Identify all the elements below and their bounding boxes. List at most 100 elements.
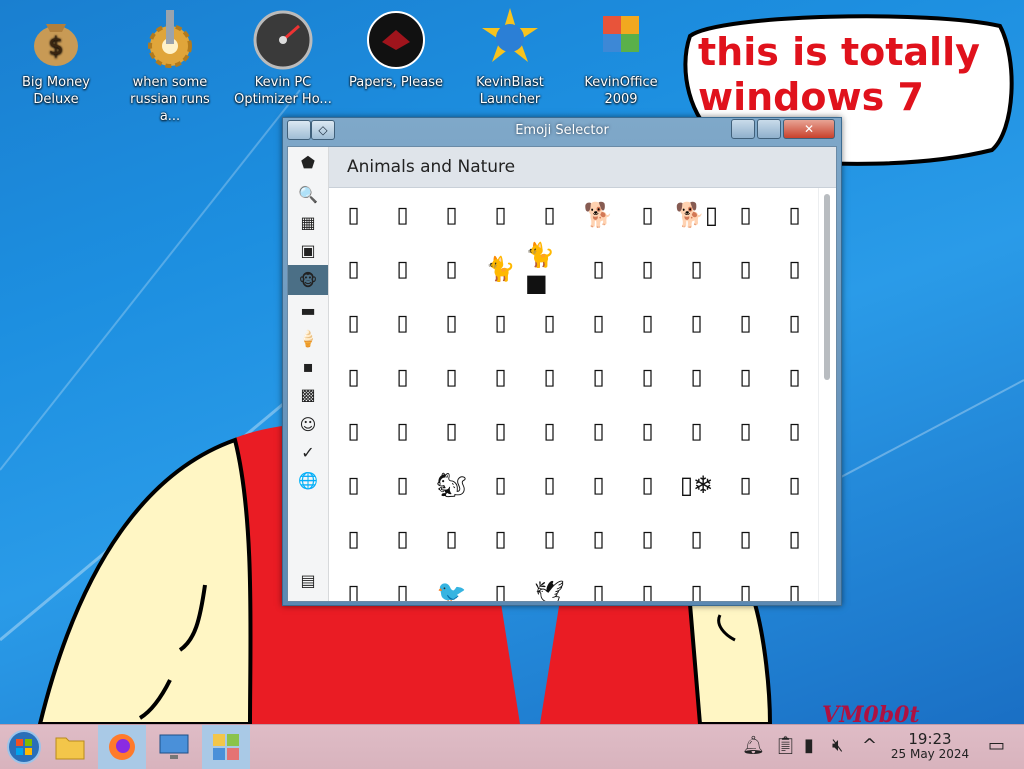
- emoji-cell[interactable]: ▯: [623, 404, 672, 458]
- emoji-cell[interactable]: ▯: [721, 458, 770, 512]
- emoji-cell[interactable]: ▯: [378, 350, 427, 404]
- desktop-icon-papers-please[interactable]: Papers, Please: [346, 6, 446, 91]
- emoji-cell[interactable]: ▯: [623, 242, 672, 296]
- clock-time[interactable]: 19:23: [880, 730, 980, 748]
- emoji-cell[interactable]: ▯: [623, 512, 672, 566]
- emoji-cell[interactable]: ▯: [672, 404, 721, 458]
- emoji-cell[interactable]: ▯: [574, 296, 623, 350]
- desktop-icon-big-money-deluxe[interactable]: $ Big Money Deluxe: [6, 6, 106, 108]
- emoji-cell[interactable]: ▯: [770, 296, 819, 350]
- sidebar-item-check[interactable]: ✓: [288, 437, 328, 467]
- emoji-cell[interactable]: ▯: [476, 566, 525, 602]
- emoji-cell[interactable]: ▯: [329, 404, 378, 458]
- desktop-icon-russian[interactable]: when some russian runs a...: [120, 6, 220, 125]
- volume-muted-icon[interactable]: 🔇︎: [832, 735, 843, 756]
- minimize-button[interactable]: [731, 119, 755, 139]
- sidebar-item-recent[interactable]: ⬟: [288, 147, 328, 177]
- notification-bell-icon[interactable]: 🔔︎: [742, 735, 765, 756]
- emoji-cell[interactable]: ▯: [623, 296, 672, 350]
- desktop-icon-kevinoffice[interactable]: KevinOffice 2009: [571, 6, 671, 108]
- sidebar-item-objects[interactable]: ▩: [288, 379, 328, 409]
- firefox-button[interactable]: [98, 725, 146, 769]
- emoji-cell[interactable]: ▯: [329, 566, 378, 602]
- battery-icon[interactable]: ▮: [804, 735, 814, 756]
- title-bar[interactable]: ◇ Emoji Selector ✕: [283, 118, 841, 144]
- emoji-cell[interactable]: 🐦: [427, 566, 476, 601]
- emoji-cell[interactable]: ▯: [770, 350, 819, 404]
- sidebar-item-travel[interactable]: ▪: [288, 351, 328, 381]
- emoji-selector-taskbar-button[interactable]: [202, 725, 250, 769]
- show-desktop-icon[interactable]: ▭: [988, 735, 1005, 756]
- emoji-cell[interactable]: ▯: [427, 296, 476, 350]
- start-button[interactable]: [0, 725, 48, 769]
- emoji-cell[interactable]: ▯: [329, 350, 378, 404]
- emoji-cell[interactable]: ▯: [329, 512, 378, 566]
- emoji-cell[interactable]: ▯: [574, 404, 623, 458]
- emoji-cell[interactable]: ▯: [525, 512, 574, 566]
- emoji-cell[interactable]: ▯: [476, 296, 525, 350]
- emoji-cell[interactable]: ▯❄: [672, 458, 721, 512]
- scrollbar[interactable]: [818, 188, 835, 601]
- emoji-cell[interactable]: ▯: [672, 242, 721, 296]
- emoji-cell[interactable]: 🐈■: [525, 241, 574, 297]
- clipboard-icon[interactable]: 📋︎: [774, 735, 797, 756]
- emoji-cell[interactable]: ▯: [574, 512, 623, 566]
- emoji-cell[interactable]: ▯: [721, 296, 770, 350]
- sidebar-item-symbols[interactable]: ☺: [288, 409, 328, 439]
- emoji-cell[interactable]: ▯: [329, 188, 378, 242]
- emoji-cell[interactable]: ▯: [378, 242, 427, 296]
- sidebar-item-people[interactable]: ▣: [288, 235, 328, 265]
- desktop-icon-kevinblast[interactable]: KevinBlast Launcher: [460, 6, 560, 108]
- emoji-cell[interactable]: ▯: [476, 188, 525, 242]
- emoji-cell[interactable]: ▯: [476, 512, 525, 566]
- sidebar-item-activities[interactable]: 🍦: [288, 323, 328, 353]
- emoji-cell[interactable]: ▯: [476, 350, 525, 404]
- emoji-cell[interactable]: ▯: [427, 512, 476, 566]
- emoji-cell[interactable]: ▯: [329, 242, 378, 296]
- emoji-cell[interactable]: ▯: [721, 188, 770, 242]
- chevron-up-icon[interactable]: ^: [862, 735, 877, 756]
- file-manager-button[interactable]: [46, 725, 94, 769]
- emoji-cell[interactable]: ▯: [378, 458, 427, 512]
- emoji-cell[interactable]: ▯: [770, 242, 819, 296]
- emoji-cell[interactable]: ▯: [770, 566, 819, 602]
- emoji-cell[interactable]: 🐿: [427, 458, 476, 512]
- emoji-cell[interactable]: ▯: [721, 566, 770, 602]
- maximize-button[interactable]: [757, 119, 781, 139]
- sidebar-item-search[interactable]: 🔍: [288, 179, 328, 209]
- emoji-cell[interactable]: ▯: [525, 404, 574, 458]
- close-button[interactable]: ✕: [783, 119, 835, 139]
- emoji-cell[interactable]: ▯: [721, 350, 770, 404]
- emoji-cell[interactable]: ▯: [623, 188, 672, 242]
- emoji-cell[interactable]: ▯: [672, 296, 721, 350]
- emoji-cell[interactable]: ▯: [770, 404, 819, 458]
- sidebar-item-animals[interactable]: 🐵: [288, 265, 328, 295]
- emoji-cell[interactable]: ▯: [574, 458, 623, 512]
- emoji-cell[interactable]: ▯: [623, 350, 672, 404]
- emoji-cell[interactable]: ▯: [770, 188, 819, 242]
- emoji-cell[interactable]: ▯: [721, 404, 770, 458]
- emoji-cell[interactable]: ▯: [476, 458, 525, 512]
- emoji-cell[interactable]: 🐈: [476, 242, 525, 296]
- emoji-cell[interactable]: ▯: [476, 404, 525, 458]
- desktop-icon-kevin-pc-optimizer[interactable]: Kevin PC Optimizer Ho...: [233, 6, 333, 108]
- emoji-cell[interactable]: ▯: [770, 512, 819, 566]
- emoji-cell[interactable]: ▯: [427, 404, 476, 458]
- emoji-cell[interactable]: ▯: [378, 566, 427, 602]
- emoji-cell[interactable]: ▯: [378, 512, 427, 566]
- emoji-cell[interactable]: ▯: [770, 458, 819, 512]
- emoji-cell[interactable]: ▯: [623, 458, 672, 512]
- sidebar-item-food[interactable]: ▬: [288, 295, 328, 325]
- emoji-cell[interactable]: ▯: [378, 404, 427, 458]
- emoji-cell[interactable]: ▯: [623, 566, 672, 602]
- emoji-cell[interactable]: ▯: [427, 242, 476, 296]
- remote-desktop-button[interactable]: [150, 725, 198, 769]
- emoji-cell[interactable]: ▯: [329, 296, 378, 350]
- emoji-cell[interactable]: ▯: [574, 566, 623, 602]
- emoji-cell[interactable]: ▯: [525, 458, 574, 512]
- emoji-cell[interactable]: 🕊: [525, 566, 574, 601]
- emoji-cell[interactable]: ▯: [574, 242, 623, 296]
- emoji-cell[interactable]: ▯: [525, 188, 574, 242]
- emoji-cell[interactable]: ▯: [672, 350, 721, 404]
- sidebar-item-flags[interactable]: 🌐: [288, 465, 328, 495]
